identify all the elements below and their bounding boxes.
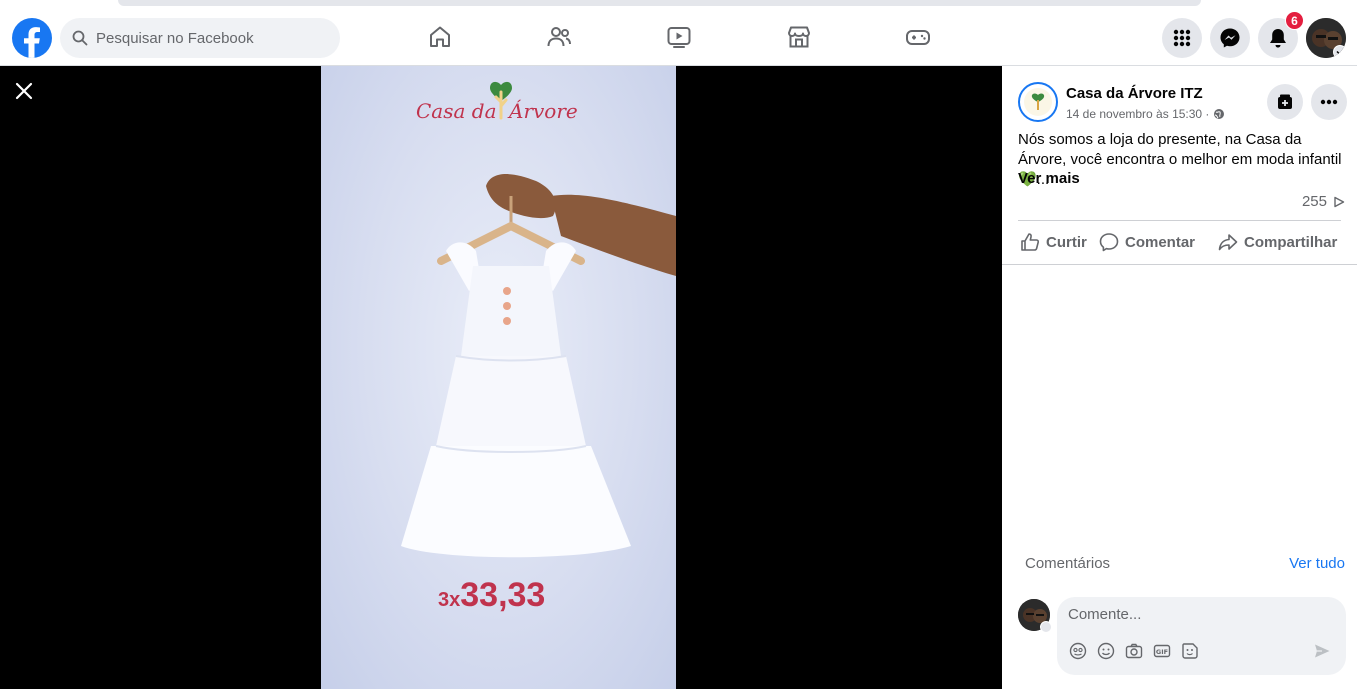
video-player[interactable]: Casa da Árvore 3x33,33 [321, 66, 676, 689]
divider [1002, 264, 1357, 265]
avatar-sticker-icon[interactable] [1069, 642, 1087, 660]
comment-button[interactable]: Comentar [1099, 232, 1195, 252]
home-icon[interactable] [425, 22, 455, 52]
search-bar[interactable] [60, 18, 340, 58]
comment-input[interactable] [1068, 606, 1328, 623]
divider [1018, 220, 1341, 221]
facebook-logo-icon[interactable] [12, 18, 52, 58]
sticker-icon[interactable] [1181, 642, 1199, 660]
save-button[interactable] [1267, 84, 1303, 120]
bookmark-icon [1278, 94, 1292, 109]
like-button[interactable]: Curtir [1020, 232, 1087, 252]
marketplace-icon[interactable] [784, 22, 814, 52]
gif-icon[interactable]: GIF [1153, 642, 1171, 660]
see-more-link[interactable]: Ver mais [1018, 170, 1080, 187]
thumbs-up-icon [1021, 233, 1040, 251]
share-label[interactable]: Compartilhar [1244, 234, 1337, 251]
post-actions: Curtir Comentar Compartilhar [1002, 224, 1357, 264]
send-icon[interactable] [1313, 642, 1331, 660]
comment-label[interactable]: Comentar [1125, 234, 1195, 251]
svg-text:Casa da: Casa da [416, 99, 497, 123]
top-navbar: 6 [0, 8, 1357, 66]
emoji-icon[interactable] [1097, 642, 1115, 660]
comment-bubble-icon [1099, 233, 1119, 252]
watch-icon[interactable] [664, 22, 694, 52]
see-all-comments-link[interactable]: Ver tudo [1289, 555, 1345, 572]
more-dots-icon [1320, 99, 1338, 105]
view-count: 255 [1302, 193, 1345, 210]
brand-logo: Casa da Árvore [416, 80, 586, 128]
share-arrow-icon [1218, 234, 1238, 251]
media-viewer: Casa da Árvore 3x33,33 [0, 66, 1002, 689]
price-multiplier: 3x [438, 589, 461, 611]
price-value: 33,33 [460, 576, 546, 614]
play-icon [1334, 196, 1345, 207]
close-icon[interactable] [12, 79, 36, 103]
post-details-panel: Casa da Árvore ITZ 14 de novembro às 15:… [1002, 66, 1357, 689]
search-icon [72, 30, 88, 46]
commenter-chevron-down-icon[interactable] [1040, 621, 1052, 633]
price-tag: 3x33,33 [438, 576, 545, 615]
svg-text:GIF: GIF [1156, 648, 1168, 656]
notifications-badge: 6 [1285, 11, 1304, 30]
friends-icon[interactable] [544, 22, 574, 52]
share-button[interactable]: Compartilhar [1218, 232, 1337, 252]
commenter-avatar[interactable] [1018, 599, 1052, 633]
comment-composer[interactable]: GIF [1057, 597, 1346, 675]
account-chevron-down-icon[interactable] [1333, 45, 1346, 58]
page-avatar[interactable] [1018, 82, 1058, 122]
svg-text:Árvore: Árvore [507, 99, 578, 123]
browser-top-strip [0, 0, 1357, 8]
messenger-icon[interactable] [1210, 18, 1250, 58]
comments-heading: Comentários [1025, 555, 1111, 572]
globe-icon [1214, 109, 1225, 119]
post-date-text[interactable]: 14 de novembro às 15:30 · [1066, 107, 1209, 121]
page-name[interactable]: Casa da Árvore ITZ [1066, 85, 1203, 102]
account-avatar[interactable] [1306, 18, 1346, 58]
like-label[interactable]: Curtir [1046, 234, 1087, 251]
post-date[interactable]: 14 de novembro às 15:30 · [1066, 107, 1225, 121]
gaming-icon[interactable] [903, 22, 933, 52]
camera-icon[interactable] [1125, 642, 1143, 660]
more-options-button[interactable] [1311, 84, 1347, 120]
search-input[interactable] [96, 29, 326, 47]
view-count-number: 255 [1301, 193, 1327, 210]
menu-grid-icon[interactable] [1162, 18, 1202, 58]
tab-strip-bar [118, 0, 1201, 6]
